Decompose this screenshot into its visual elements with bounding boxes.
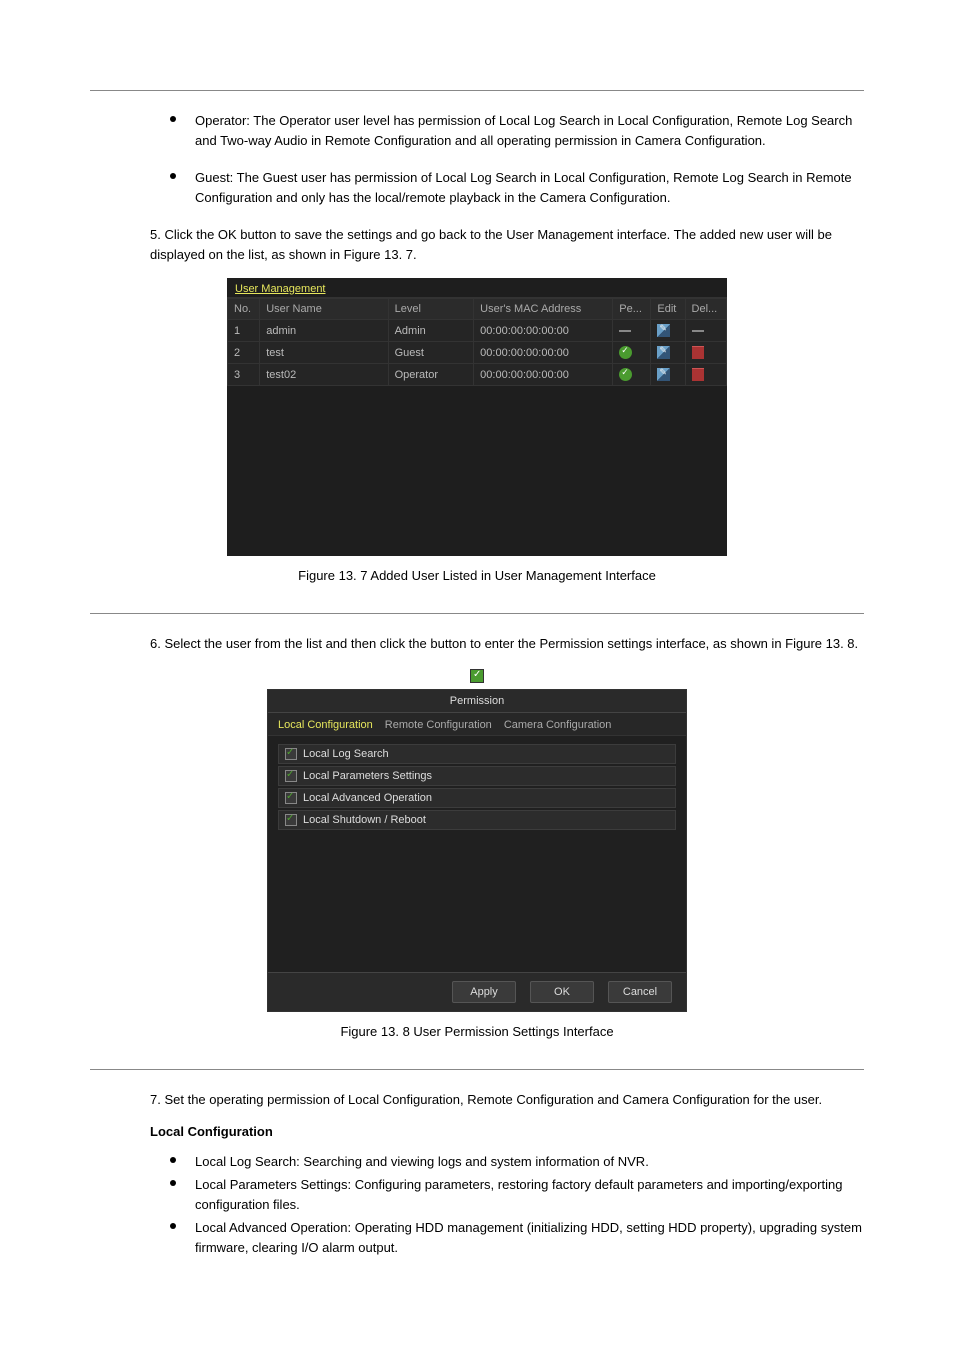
apply-button[interactable]: Apply xyxy=(452,981,516,1003)
permission-button-icon xyxy=(470,669,484,683)
permission-cell xyxy=(613,320,651,342)
permission-footer: Apply OK Cancel xyxy=(268,972,686,1011)
edit-icon xyxy=(657,346,670,359)
checkbox-icon[interactable] xyxy=(285,792,297,804)
edit-cell[interactable] xyxy=(651,342,685,364)
um-table: No. User Name Level User's MAC Address P… xyxy=(227,298,727,386)
bullet-local-log: Local Log Search: Searching and viewing … xyxy=(170,1152,864,1172)
perm-item-label: Local Shutdown / Reboot xyxy=(303,814,426,826)
th-del: Del... xyxy=(685,299,726,320)
cell-no: 1 xyxy=(228,320,260,342)
cell-level: Admin xyxy=(388,320,474,342)
bullets-top: Operator: The Operator user level has pe… xyxy=(170,111,864,207)
edit-icon xyxy=(657,368,670,381)
step-6-span: 6. Select the user from the list and the… xyxy=(150,636,858,651)
step-6-text: 6. Select the user from the list and the… xyxy=(150,634,864,654)
checkbox-icon[interactable] xyxy=(285,770,297,782)
table-row: 3 test02 Operator 00:00:00:00:00:00 xyxy=(228,364,727,386)
delete-cell[interactable] xyxy=(685,342,726,364)
th-edit: Edit xyxy=(651,299,685,320)
local-config-bullets: Local Log Search: Searching and viewing … xyxy=(170,1152,864,1258)
user-management-window: User Management No. User Name Level User… xyxy=(227,278,727,556)
tab-local-configuration[interactable]: Local Configuration xyxy=(278,719,373,731)
cell-mac: 00:00:00:00:00:00 xyxy=(474,364,613,386)
cell-user: test02 xyxy=(260,364,388,386)
table-row: 1 admin Admin 00:00:00:00:00:00 xyxy=(228,320,727,342)
edit-icon xyxy=(657,324,670,337)
perm-item-local-parameters[interactable]: Local Parameters Settings xyxy=(278,766,676,786)
checkbox-icon[interactable] xyxy=(285,748,297,760)
permission-cell[interactable] xyxy=(613,342,651,364)
edit-cell[interactable] xyxy=(651,320,685,342)
checkbox-icon[interactable] xyxy=(285,814,297,826)
dash-icon xyxy=(619,330,631,332)
delete-cell[interactable] xyxy=(685,364,726,386)
cell-mac: 00:00:00:00:00:00 xyxy=(474,342,613,364)
bullet-local-params: Local Parameters Settings: Configuring p… xyxy=(170,1175,864,1214)
table-row: 2 test Guest 00:00:00:00:00:00 xyxy=(228,342,727,364)
check-icon xyxy=(619,346,632,359)
tab-remote-configuration[interactable]: Remote Configuration xyxy=(385,719,492,731)
perm-item-local-log-search[interactable]: Local Log Search xyxy=(278,744,676,764)
cell-no: 2 xyxy=(228,342,260,364)
mid-rule-2 xyxy=(90,1069,864,1070)
perm-item-label: Local Advanced Operation xyxy=(303,792,432,804)
bullet-local-advanced: Local Advanced Operation: Operating HDD … xyxy=(170,1218,864,1257)
local-config-heading: Local Configuration xyxy=(150,1124,864,1139)
tab-camera-configuration[interactable]: Camera Configuration xyxy=(504,719,612,731)
bullet-guest: Guest: The Guest user has permission of … xyxy=(170,168,864,207)
th-no: No. xyxy=(228,299,260,320)
th-level: Level xyxy=(388,299,474,320)
th-permission: Pe... xyxy=(613,299,651,320)
th-user: User Name xyxy=(260,299,388,320)
permission-body: Local Log Search Local Parameters Settin… xyxy=(268,736,686,972)
trash-icon xyxy=(692,346,704,359)
perm-item-label: Local Log Search xyxy=(303,748,389,760)
cell-no: 3 xyxy=(228,364,260,386)
ok-button[interactable]: OK xyxy=(530,981,594,1003)
perm-item-local-shutdown[interactable]: Local Shutdown / Reboot xyxy=(278,810,676,830)
dash-icon xyxy=(692,330,704,332)
permission-tabs: Local Configuration Remote Configuration… xyxy=(268,713,686,736)
cell-level: Guest xyxy=(388,342,474,364)
figure2-caption: Figure 13. 8 User Permission Settings In… xyxy=(90,1024,864,1039)
figure1-caption: Figure 13. 7 Added User Listed in User M… xyxy=(90,568,864,583)
delete-cell xyxy=(685,320,726,342)
permission-cell[interactable] xyxy=(613,364,651,386)
cancel-button[interactable]: Cancel xyxy=(608,981,672,1003)
step-5-text: 5. Click the OK button to save the setti… xyxy=(150,225,864,264)
cell-user: test xyxy=(260,342,388,364)
cell-level: Operator xyxy=(388,364,474,386)
perm-item-local-advanced[interactable]: Local Advanced Operation xyxy=(278,788,676,808)
permission-title: Permission xyxy=(268,690,686,713)
th-mac: User's MAC Address xyxy=(474,299,613,320)
bullet-operator: Operator: The Operator user level has pe… xyxy=(170,111,864,150)
step-7-text: 7. Set the operating permission of Local… xyxy=(150,1090,864,1110)
cell-mac: 00:00:00:00:00:00 xyxy=(474,320,613,342)
trash-icon xyxy=(692,368,704,381)
top-rule xyxy=(90,90,864,91)
um-title: User Management xyxy=(227,278,727,298)
mid-rule-1 xyxy=(90,613,864,614)
perm-item-label: Local Parameters Settings xyxy=(303,770,432,782)
check-icon xyxy=(619,368,632,381)
cell-user: admin xyxy=(260,320,388,342)
permission-window: Permission Local Configuration Remote Co… xyxy=(267,689,687,1012)
edit-cell[interactable] xyxy=(651,364,685,386)
